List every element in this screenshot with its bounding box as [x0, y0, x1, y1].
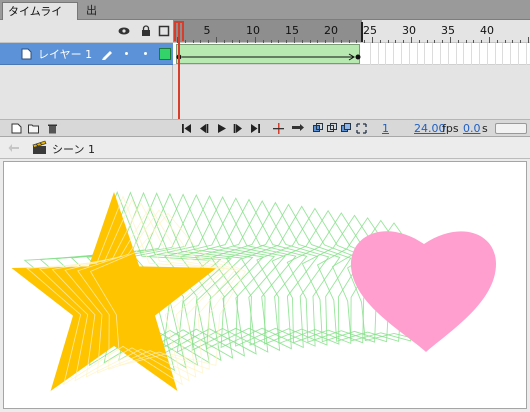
playhead[interactable] [178, 22, 180, 119]
prev-frame-icon[interactable] [198, 123, 209, 134]
last-frame-icon[interactable] [250, 123, 261, 134]
onion-skin-icon[interactable] [313, 123, 324, 134]
layer-list-empty [0, 65, 530, 119]
layer-name[interactable]: レイヤー 1 [38, 46, 92, 62]
center-frame-icon[interactable] [273, 123, 284, 134]
play-icon[interactable] [216, 123, 227, 134]
ruler-number: 20 [324, 24, 338, 37]
tab-output[interactable]: 出力 [81, 2, 111, 34]
ruler-number: 10 [246, 24, 260, 37]
onion-skin-outline [210, 201, 341, 347]
elapsed-time-unit: s [482, 122, 488, 135]
scene-name[interactable]: シーン 1 [52, 141, 95, 157]
layer-info[interactable]: レイヤー 1 [0, 43, 173, 65]
tab-timeline[interactable]: タイムライン [2, 2, 78, 35]
frame-ruler[interactable]: 5 10 15 20 25 30 35 40 [173, 20, 530, 43]
scene-bar: シーン 1 [0, 137, 530, 159]
frame-cells[interactable] [173, 43, 530, 65]
onion-skin-outline [194, 200, 330, 349]
ruler-number: 5 [203, 24, 211, 37]
ruler-number: 30 [402, 24, 416, 37]
visibility-dot[interactable] [125, 52, 128, 55]
timeline-footer: 1 24.00 fps 0.0 s [0, 119, 530, 137]
ruler-number: 15 [285, 24, 299, 37]
back-arrow-icon[interactable] [8, 142, 20, 154]
new-layer-icon[interactable] [11, 123, 22, 134]
lock-dot[interactable] [144, 52, 147, 55]
timeline-header: 5 10 15 20 25 30 35 40 [0, 20, 530, 43]
flash-timeline-window: タイムライン 出力 5 10 15 20 25 30 35 40 [0, 0, 530, 412]
layer-page-icon [21, 48, 32, 60]
tween-arrow [176, 53, 361, 61]
panel-tab-bar: タイムライン 出力 [0, 0, 530, 35]
clapperboard-icon [32, 140, 47, 154]
new-folder-icon[interactable] [28, 123, 39, 134]
current-frame[interactable]: 1 [382, 122, 389, 135]
modify-onion-markers-icon[interactable] [356, 123, 367, 134]
stage-canvas [11, 191, 496, 391]
frame-rate-value[interactable]: 24.00 [414, 122, 446, 135]
frame-rate-unit: fps [442, 122, 459, 135]
elapsed-time-value[interactable]: 0.0 [463, 122, 481, 135]
ruler-number: 35 [441, 24, 455, 37]
first-frame-icon[interactable] [181, 123, 192, 134]
onion-skin-outlines-icon[interactable] [327, 123, 338, 134]
loop-icon[interactable] [291, 123, 305, 134]
ruler-number: 40 [480, 24, 494, 37]
layer-row[interactable]: レイヤー 1 [0, 43, 530, 65]
trash-icon[interactable] [47, 123, 58, 134]
eye-icon[interactable] [118, 25, 130, 37]
timeline-scrollbar[interactable] [495, 123, 527, 134]
next-frame-icon[interactable] [233, 123, 244, 134]
lock-icon[interactable] [140, 25, 152, 37]
outline-color-swatch[interactable] [159, 48, 171, 60]
tween-end-marker [361, 22, 367, 42]
outline-icon[interactable] [158, 25, 170, 37]
stage[interactable] [3, 161, 527, 409]
pencil-icon [102, 51, 112, 60]
layer-names-column [0, 65, 173, 119]
edit-multiple-frames-icon[interactable] [341, 123, 352, 134]
